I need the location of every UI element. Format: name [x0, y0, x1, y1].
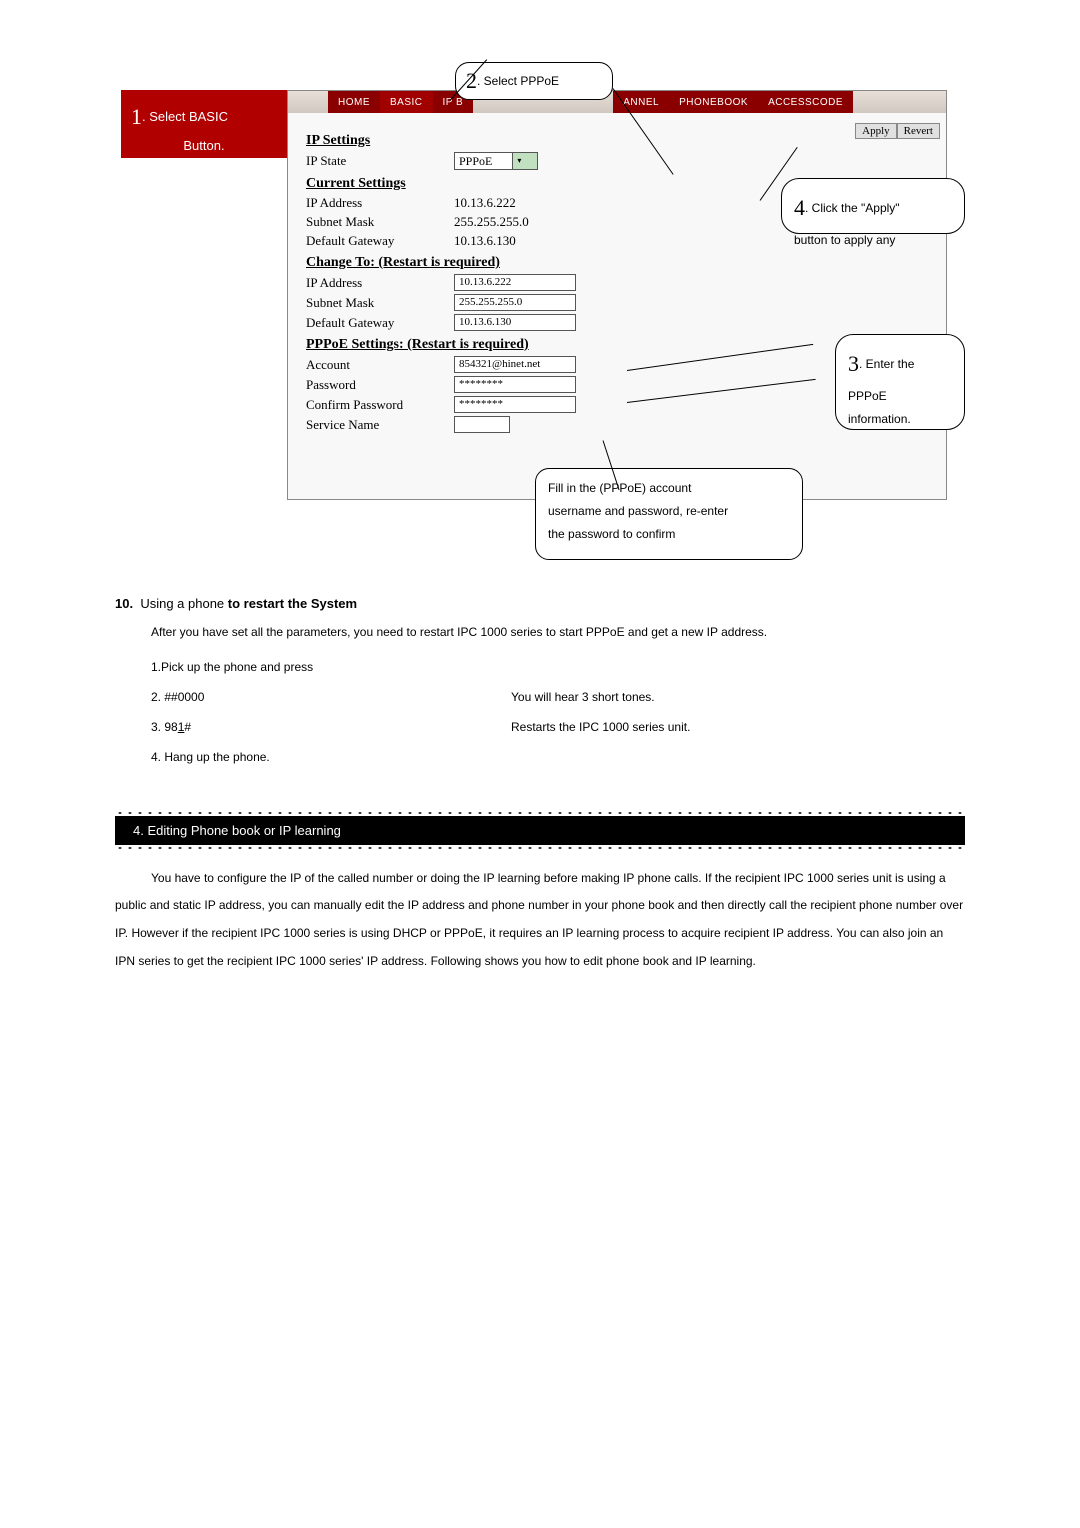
section-4-heading: 4. Editing Phone book or IP learning [115, 816, 965, 845]
callout-step-3: 3. Enter the PPPoE information. [835, 334, 965, 430]
ip-settings-window: HOME BASIC IP B ANNEL PHONEBOOK ACCESSCO… [287, 90, 947, 500]
change-gw-label: Default Gateway [306, 315, 454, 331]
revert-button[interactable]: Revert [897, 123, 940, 139]
action-button-row: Apply Revert [855, 123, 940, 139]
pppoe-confirm-password-label: Confirm Password [306, 397, 454, 413]
change-ip-label: IP Address [306, 275, 454, 291]
config-screenshot-figure: 1. Select BASIC Button. HOME BASIC IP B … [115, 70, 965, 578]
step-3-right: Restarts the IPC 1000 series unit. [511, 720, 965, 734]
pppoe-service-name-input[interactable] [454, 416, 510, 433]
step-2-right: You will hear 3 short tones. [511, 690, 965, 704]
chevron-down-icon: ▾ [512, 153, 537, 169]
section-10-restart: 10. Using a phone to restart the System … [115, 596, 965, 764]
section-10-heading: 10. Using a phone to restart the System [115, 596, 965, 611]
ip-state-select[interactable]: PPPoE ▾ [454, 152, 538, 170]
tab-accesscode[interactable]: ACCESSCODE [758, 91, 853, 113]
step-3-left: 3. 981# [151, 720, 511, 734]
current-mask-value: 255.255.255.0 [454, 214, 529, 230]
pppoe-confirm-password-input[interactable]: ******** [454, 396, 576, 413]
section-10-intro: After you have set all the parameters, y… [151, 621, 965, 644]
step-number: 1 [131, 104, 142, 129]
tab-basic[interactable]: BASIC [380, 91, 433, 113]
pppoe-account-label: Account [306, 357, 454, 373]
step-1: 1.Pick up the phone and press [151, 660, 511, 674]
pppoe-service-name-label: Service Name [306, 417, 454, 433]
change-ip-input[interactable]: 10.13.6.222 [454, 274, 576, 291]
section-4-body: You have to configure the IP of the call… [115, 865, 965, 975]
change-mask-input[interactable]: 255.255.255.0 [454, 294, 576, 311]
restart-steps: 1.Pick up the phone and press 2. ##0000 … [151, 660, 965, 764]
callout-step-4: 4. Click the "Apply" button to apply any [781, 178, 965, 234]
current-gw-label: Default Gateway [306, 233, 454, 249]
ip-settings-heading: IP Settings [306, 133, 946, 149]
apply-button[interactable]: Apply [855, 123, 897, 139]
callout-step-1: 1. Select BASIC Button. [121, 90, 287, 158]
step-4: 4. Hang up the phone. [151, 750, 511, 764]
change-gw-input[interactable]: 10.13.6.130 [454, 314, 576, 331]
current-gw-value: 10.13.6.130 [454, 233, 516, 249]
pppoe-password-input[interactable]: ******** [454, 376, 576, 393]
tab-phonebook[interactable]: PHONEBOOK [669, 91, 758, 113]
dotted-rule-bottom [115, 845, 965, 851]
section-4-container: 4. Editing Phone book or IP learning You… [115, 810, 965, 975]
current-ip-value: 10.13.6.222 [454, 195, 516, 211]
current-mask-label: Subnet Mask [306, 214, 454, 230]
ip-state-label: IP State [306, 153, 454, 169]
pppoe-account-input[interactable]: 854321@hinet.net [454, 356, 576, 373]
tab-home[interactable]: HOME [328, 91, 380, 113]
step-2-left: 2. ##0000 [151, 690, 511, 704]
change-to-heading: Change To: (Restart is required) [306, 255, 946, 271]
callout-fill-pppoe: Fill in the (PPPoE) account username and… [535, 468, 803, 560]
pppoe-password-label: Password [306, 377, 454, 393]
current-ip-label: IP Address [306, 195, 454, 211]
change-mask-label: Subnet Mask [306, 295, 454, 311]
